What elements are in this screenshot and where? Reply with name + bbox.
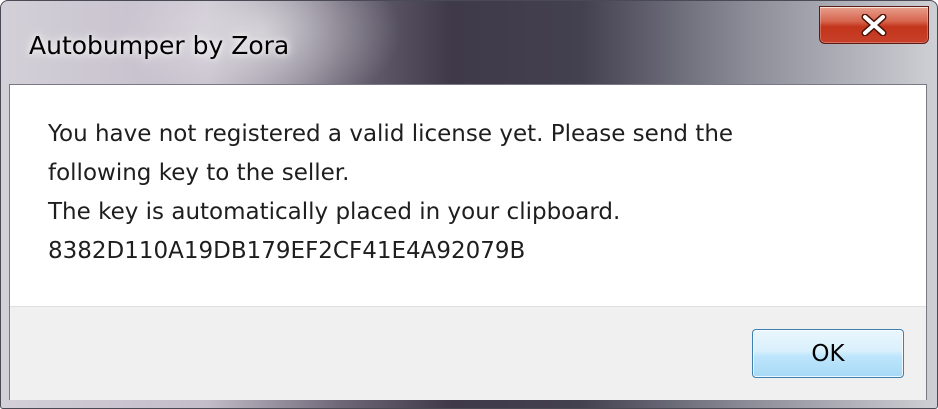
message-area: You have not registered a valid license …	[10, 85, 926, 306]
title-bar[interactable]: Autobumper by Zora	[1, 1, 937, 84]
message-line: following key to the seller.	[48, 160, 350, 186]
dialog-window: Autobumper by Zora You have not register…	[0, 0, 938, 409]
license-key-text: 8382D110A19DB179EF2CF41E4A92079B	[48, 238, 526, 264]
dialog-client-area: You have not registered a valid license …	[9, 84, 927, 400]
message-line: You have not registered a valid license …	[48, 121, 734, 147]
close-button[interactable]	[819, 6, 929, 44]
window-title: Autobumper by Zora	[29, 31, 290, 60]
button-bar: OK	[10, 306, 926, 400]
message-line: The key is automatically placed in your …	[48, 199, 621, 225]
close-x-icon	[861, 14, 887, 36]
ok-button[interactable]: OK	[752, 329, 904, 378]
dialog-message: You have not registered a valid license …	[48, 115, 908, 271]
